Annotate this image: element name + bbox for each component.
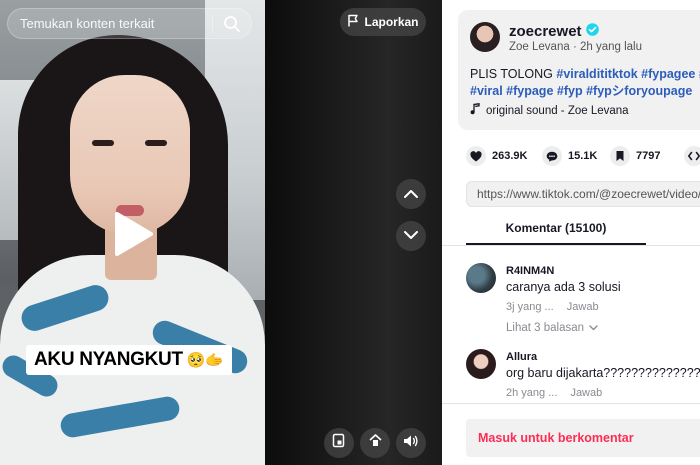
comment-username[interactable]: R4INM4N bbox=[506, 265, 554, 277]
picture-in-picture-icon bbox=[332, 433, 346, 453]
share-url-text: https://www.tiktok.com/@zoecrewet/video/… bbox=[477, 187, 700, 201]
share-url-field[interactable]: https://www.tiktok.com/@zoecrewet/video/… bbox=[466, 181, 700, 207]
author-username-row[interactable]: zoecrewet bbox=[509, 23, 599, 40]
comment-avatar[interactable] bbox=[466, 349, 496, 379]
comment-username[interactable]: Allura bbox=[506, 351, 537, 363]
author-avatar[interactable] bbox=[470, 22, 500, 52]
video-caption-text: AKU NYANGKUT bbox=[34, 349, 183, 370]
comment-text: caranya ada 3 solusi bbox=[506, 280, 621, 294]
report-button[interactable]: Laporkan bbox=[340, 8, 426, 36]
post-description: PLIS TOLONG #viraldititktok #fypagee #f … bbox=[470, 66, 700, 100]
save-count: 7797 bbox=[636, 150, 661, 162]
comment-meta: 2h yang ... Jawab bbox=[506, 387, 602, 399]
comment-stat[interactable]: 15.1K bbox=[542, 146, 597, 166]
video-subject-eye-left bbox=[92, 140, 114, 146]
hashtag-link[interactable]: #fypage bbox=[506, 84, 553, 98]
comment-bubble-icon[interactable] bbox=[542, 146, 562, 166]
video-player[interactable]: AKU NYANGKUT 🥺🫱 bbox=[0, 0, 265, 465]
comment-time: 2h yang ... bbox=[506, 387, 558, 399]
post-info-card: zoecrewet Zoe Levana · 2h yang lalu PLIS… bbox=[458, 10, 700, 130]
float-player-button[interactable] bbox=[360, 428, 390, 458]
heart-icon[interactable] bbox=[466, 146, 486, 166]
flag-icon bbox=[347, 14, 359, 30]
hashtag-link[interactable]: #fypagee bbox=[641, 67, 695, 81]
view-replies-button[interactable]: Lihat 3 balasan bbox=[506, 322, 598, 334]
previous-video-button[interactable] bbox=[396, 179, 426, 209]
author-username[interactable]: zoecrewet bbox=[509, 23, 582, 40]
comment-meta: 3j yang ... Jawab bbox=[506, 301, 599, 313]
bookmark-icon[interactable] bbox=[610, 146, 630, 166]
search-divider bbox=[212, 16, 213, 33]
video-caption-overlay: AKU NYANGKUT 🥺🫱 bbox=[26, 345, 232, 375]
login-to-comment-button[interactable]: Masuk untuk berkomentar bbox=[466, 419, 700, 457]
reply-button[interactable]: Jawab bbox=[570, 387, 602, 399]
related-search-input[interactable] bbox=[20, 16, 210, 31]
search-icon[interactable] bbox=[223, 15, 241, 33]
embed-code-icon[interactable] bbox=[684, 146, 700, 166]
chevron-down-icon bbox=[589, 322, 598, 334]
hashtag-link[interactable]: #viraldititktok bbox=[556, 67, 637, 81]
related-search-bar[interactable] bbox=[7, 8, 252, 39]
save-stat[interactable]: 7797 bbox=[610, 146, 660, 166]
report-label: Laporkan bbox=[364, 15, 419, 29]
video-caption-emoji: 🥺🫱 bbox=[186, 352, 224, 369]
next-video-button[interactable] bbox=[396, 221, 426, 251]
comment-text: org baru dijakarta???????????????? bbox=[506, 366, 700, 380]
chevron-down-icon bbox=[404, 227, 418, 245]
hashtag-link[interactable]: #viral bbox=[470, 84, 503, 98]
comment-time: 3j yang ... bbox=[506, 301, 554, 313]
sound-name[interactable]: original sound - Zoe Levana bbox=[486, 105, 629, 117]
music-note-icon bbox=[470, 103, 480, 118]
hashtag-link[interactable]: #fypシforyoupage bbox=[586, 84, 692, 98]
volume-icon bbox=[403, 434, 419, 453]
author-subline: Zoe Levana · 2h yang lalu bbox=[509, 41, 643, 53]
login-to-comment-label[interactable]: Masuk untuk berkomentar bbox=[478, 431, 634, 445]
video-subject-eye-right bbox=[145, 140, 167, 146]
post-time: 2h yang lalu bbox=[579, 41, 643, 53]
like-stat[interactable]: 263.9K bbox=[466, 146, 527, 166]
comment-input-divider bbox=[442, 403, 700, 404]
tab-comments[interactable]: Komentar (15100) bbox=[466, 221, 646, 243]
like-count: 263.9K bbox=[492, 150, 528, 162]
verified-badge-icon bbox=[585, 23, 599, 40]
reply-button[interactable]: Jawab bbox=[567, 301, 599, 313]
float-icon bbox=[368, 433, 383, 453]
volume-button[interactable] bbox=[396, 428, 426, 458]
author-display-name: Zoe Levana bbox=[509, 41, 570, 53]
view-replies-label[interactable]: Lihat 3 balasan bbox=[506, 322, 584, 334]
embed-stat[interactable] bbox=[684, 146, 700, 166]
chevron-up-icon bbox=[404, 185, 418, 203]
post-description-text: PLIS TOLONG bbox=[470, 67, 557, 81]
play-icon[interactable] bbox=[113, 210, 155, 258]
sound-link[interactable]: original sound - Zoe Levana bbox=[470, 103, 629, 118]
comment-avatar[interactable] bbox=[466, 263, 496, 293]
mini-player-button[interactable] bbox=[324, 428, 354, 458]
tab-divider bbox=[442, 245, 700, 246]
video-info-panel: zoecrewet Zoe Levana · 2h yang lalu PLIS… bbox=[442, 0, 700, 465]
hashtag-link[interactable]: #fyp bbox=[557, 84, 583, 98]
comment-count: 15.1K bbox=[568, 150, 598, 162]
